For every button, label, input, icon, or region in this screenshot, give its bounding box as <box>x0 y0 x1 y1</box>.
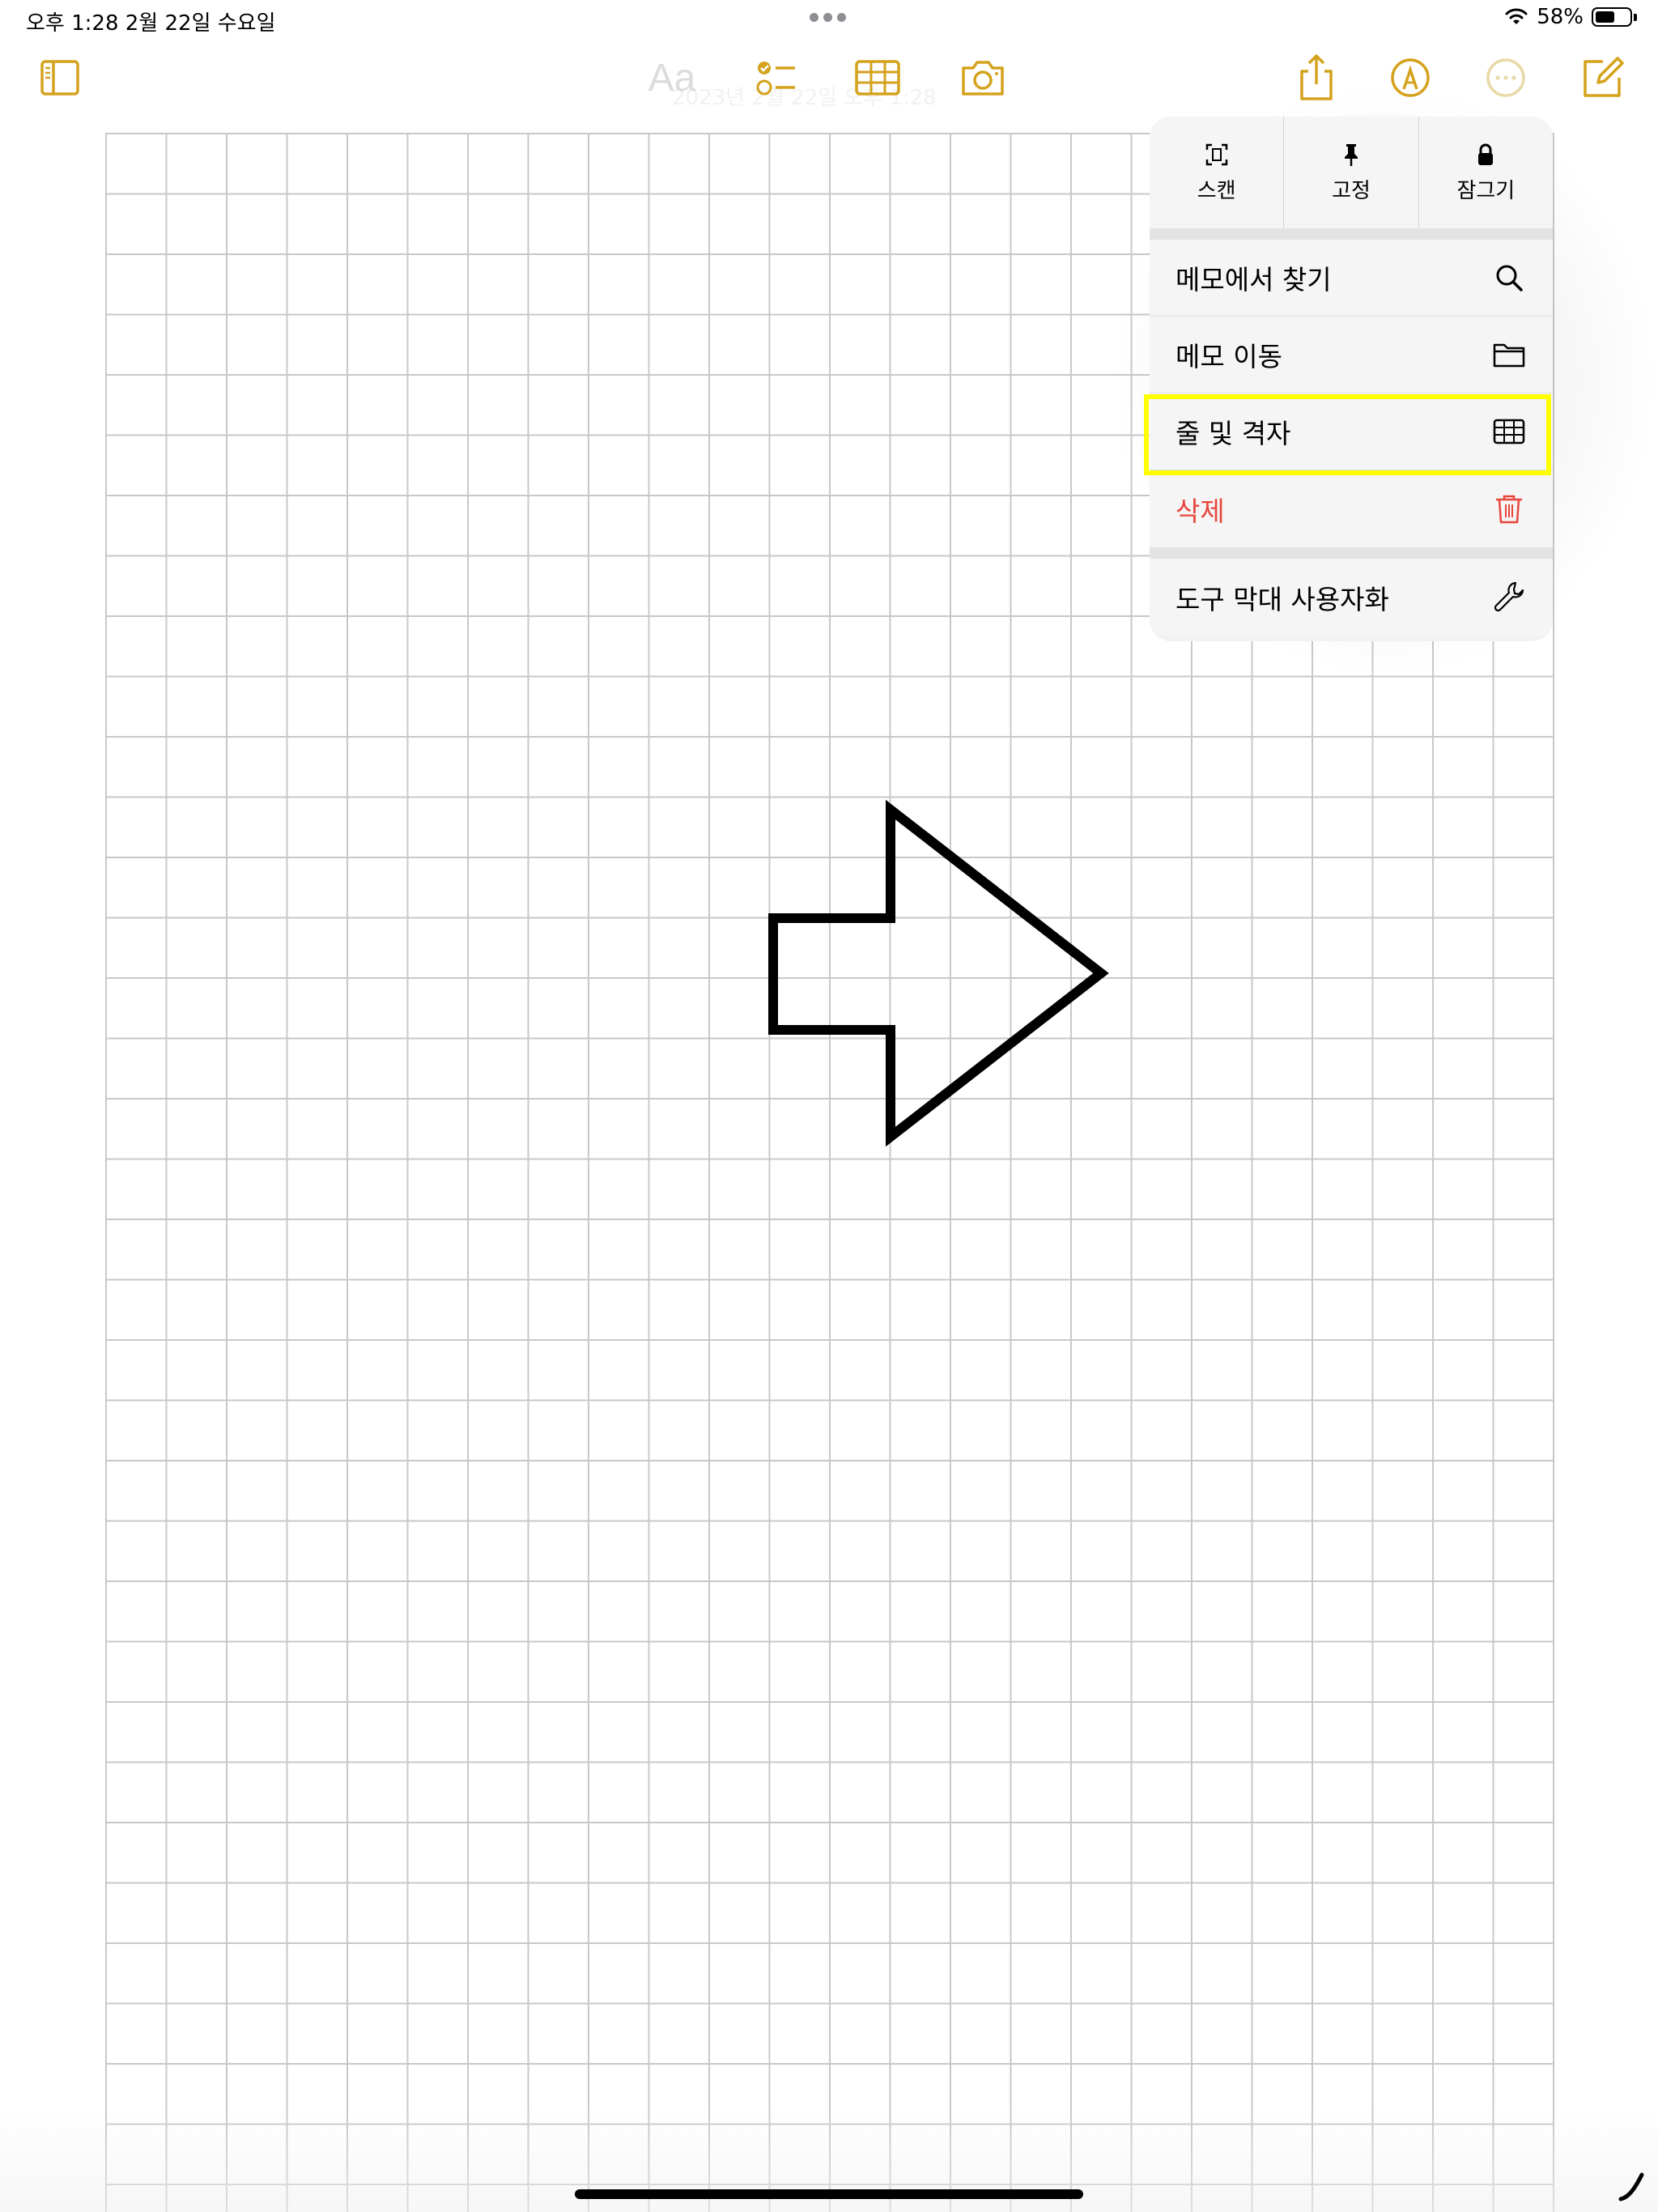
multitasking-dots-icon[interactable] <box>810 13 848 23</box>
trash-icon <box>1496 495 1522 523</box>
scan-button[interactable]: 스캔 <box>1150 117 1285 228</box>
delete-item[interactable]: 삭제 <box>1150 470 1553 547</box>
table-icon[interactable] <box>845 45 910 110</box>
scan-icon <box>1205 143 1227 165</box>
customize-toolbar-label: 도구 막대 사용자화 <box>1175 583 1389 615</box>
more-options-menu: 스캔 고정 잠그기 메모에서 찾기 메모 이동 줄 및 격자 삭제 도구 막대 … <box>1150 117 1553 641</box>
pin-icon <box>1344 143 1358 166</box>
battery-icon <box>1592 7 1632 27</box>
lock-icon <box>1478 143 1494 165</box>
status-time-date: 오후 1:28 2월 22일 수요일 <box>26 11 276 36</box>
folder-icon <box>1493 343 1525 368</box>
move-note-item[interactable]: 메모 이동 <box>1150 317 1553 393</box>
customize-toolbar-item[interactable]: 도구 막대 사용자화 <box>1150 559 1553 636</box>
pencil-tool-icon[interactable] <box>1618 2170 1647 2202</box>
lines-and-grids-label: 줄 및 격자 <box>1175 418 1291 449</box>
checklist-icon[interactable] <box>743 45 808 110</box>
move-note-label: 메모 이동 <box>1175 341 1282 372</box>
status-right: 58% <box>1504 5 1637 29</box>
search-icon <box>1496 265 1523 291</box>
pin-label: 고정 <box>1332 178 1371 203</box>
battery-percent: 58% <box>1537 5 1584 29</box>
status-bar: 오후 1:28 2월 22일 수요일 58% <box>0 0 1658 39</box>
sidebar-toggle-icon[interactable] <box>28 45 92 110</box>
grid-icon <box>1493 419 1525 445</box>
lines-and-grids-item[interactable]: 줄 및 격자 <box>1150 393 1553 470</box>
lock-button[interactable]: 잠그기 <box>1419 117 1553 228</box>
find-in-note-item[interactable]: 메모에서 찾기 <box>1150 240 1553 317</box>
menu-separator <box>1150 228 1553 240</box>
camera-icon[interactable] <box>950 45 1015 110</box>
menu-top-actions: 스캔 고정 잠그기 <box>1150 117 1553 228</box>
wrench-icon <box>1494 581 1524 611</box>
menu-separator <box>1150 547 1553 559</box>
format-button[interactable]: Aa <box>640 45 704 110</box>
pin-button[interactable]: 고정 <box>1284 117 1419 228</box>
home-indicator[interactable] <box>575 2189 1083 2199</box>
find-in-note-label: 메모에서 찾기 <box>1175 264 1332 296</box>
delete-label: 삭제 <box>1175 495 1225 527</box>
scan-label: 스캔 <box>1197 178 1236 203</box>
wifi-icon <box>1505 8 1528 24</box>
lock-label: 잠그기 <box>1456 178 1516 203</box>
